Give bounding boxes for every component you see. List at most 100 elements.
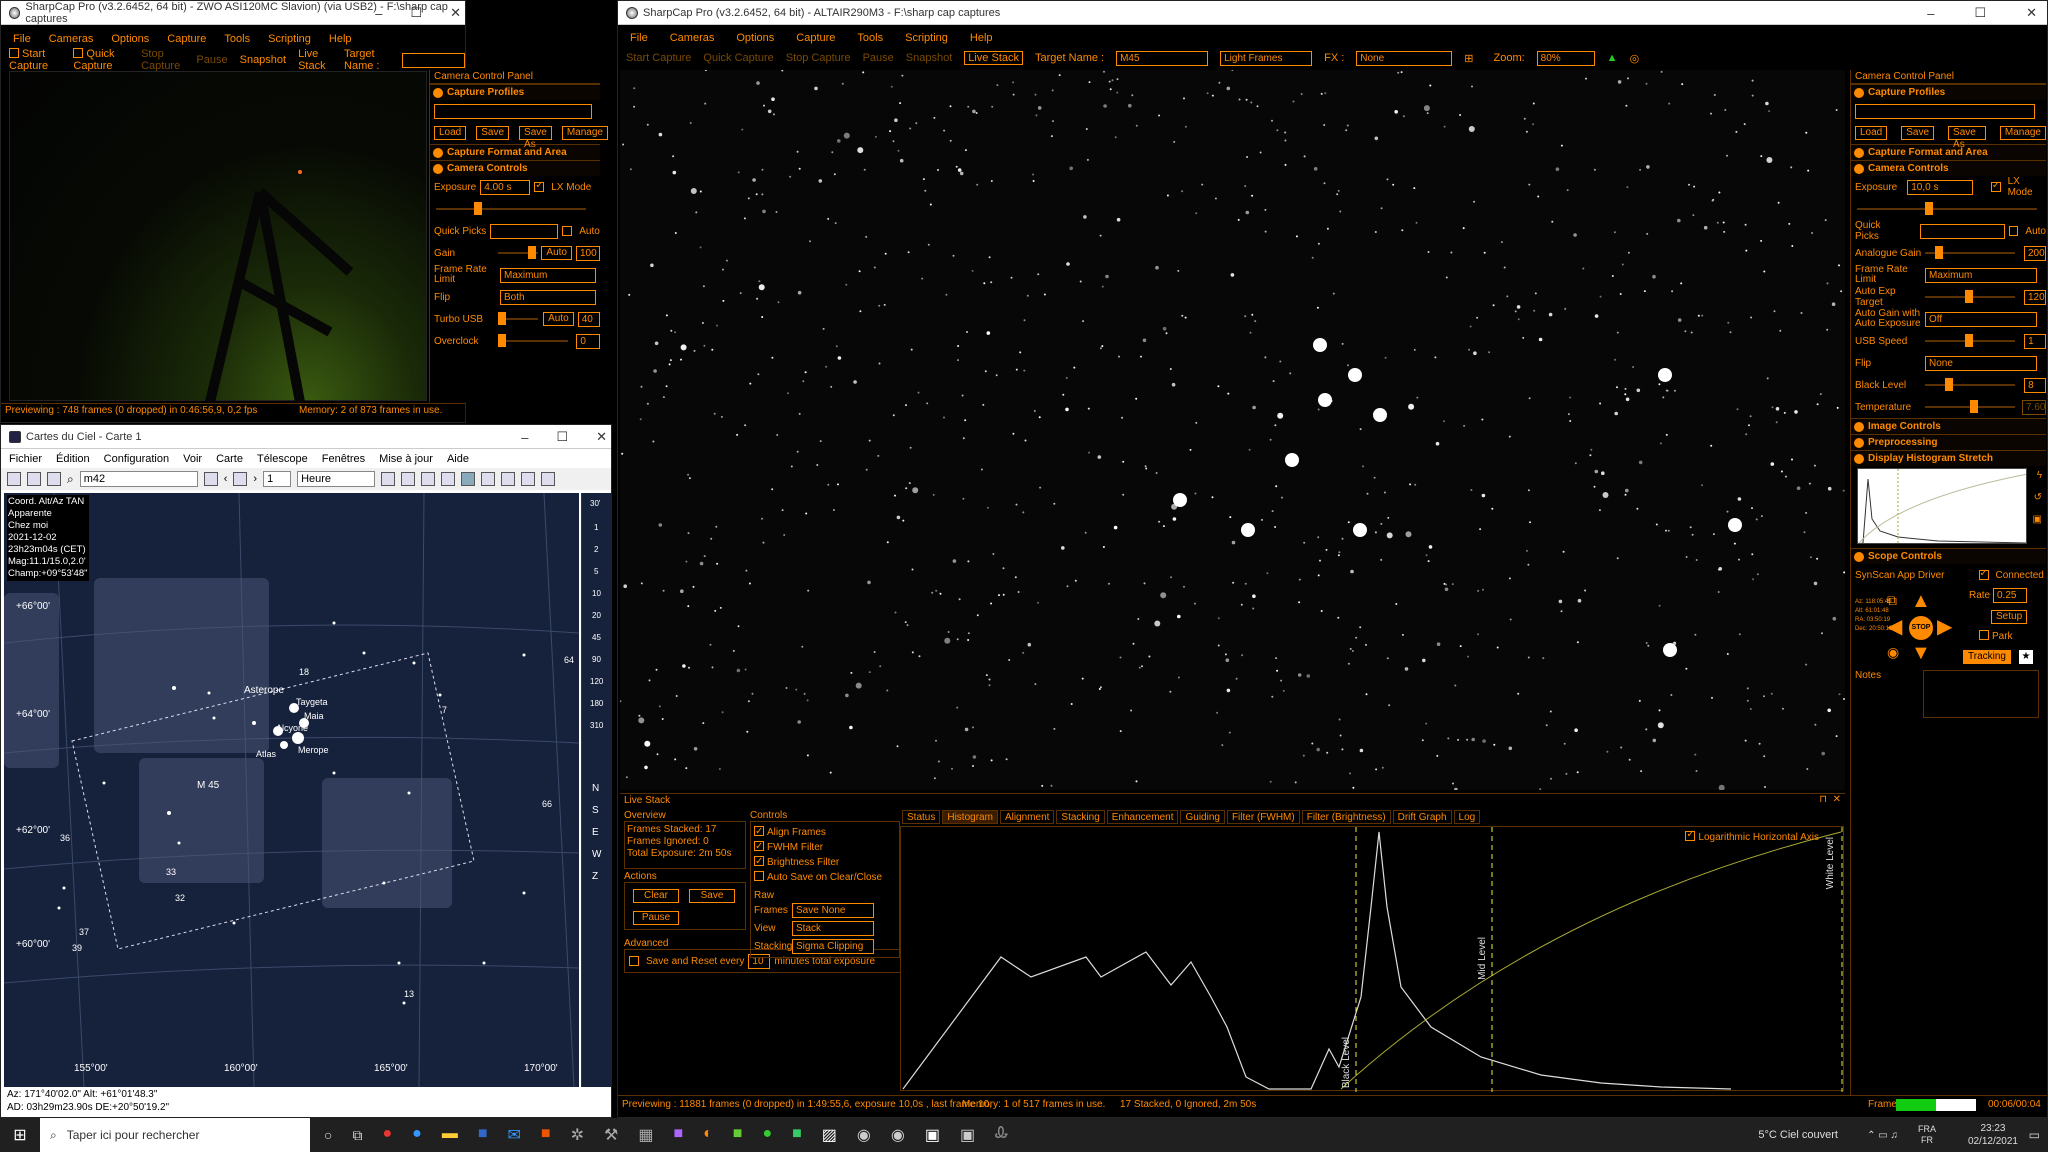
analogue-gain-input[interactable]: 200 [2024, 245, 2046, 261]
calendar-icon[interactable] [7, 472, 21, 486]
target-name-input[interactable]: M45 [1116, 50, 1209, 66]
slider-thumb[interactable] [528, 246, 536, 259]
search-icon[interactable]: ⌕ [67, 472, 74, 487]
maximize-icon[interactable]: ☐ [410, 5, 422, 21]
live-stack-button[interactable]: Live Stack [298, 48, 332, 72]
slider-thumb[interactable] [474, 202, 482, 215]
fov-scale-label[interactable]: 180 [590, 699, 603, 708]
star-label-maia[interactable]: Maia [304, 711, 324, 721]
brightness-filter-checkbox[interactable] [754, 854, 764, 869]
app-icon[interactable]: ◐ [703, 1125, 713, 1145]
taskbar-search[interactable]: ⌕ Taper ici pour rechercher [40, 1118, 310, 1152]
scope-controls-header[interactable]: Scope Controls [1851, 548, 2046, 564]
menu-cameras[interactable]: Cameras [670, 32, 715, 44]
histogram-stretch-box[interactable]: ϟ ↺ ▣ [1851, 466, 2046, 548]
align-frames-toggle[interactable]: Align Frames [754, 824, 896, 840]
target-icon[interactable] [441, 472, 456, 486]
auto-checkbox[interactable] [562, 226, 573, 236]
fov-scale-label[interactable]: 90 [592, 655, 601, 664]
tab-drift-graph[interactable]: Drift Graph [1392, 810, 1452, 824]
gain-auto-button[interactable]: Auto [541, 246, 572, 260]
edge-icon[interactable]: ● [412, 1125, 422, 1145]
lx-mode-checkbox[interactable] [534, 180, 545, 192]
app-icon[interactable]: ● [762, 1125, 772, 1145]
telescope-icon[interactable] [461, 472, 476, 486]
target-name-input[interactable] [402, 52, 465, 68]
gear-icon[interactable] [481, 472, 496, 486]
black-level-slider[interactable] [1925, 378, 2015, 391]
stop-button[interactable]: STOP [1909, 616, 1933, 640]
histogram-icon[interactable]: ▲ [1607, 52, 1618, 64]
stack-histogram[interactable]: Logarithmic Horizontal Axis Black Level … [900, 826, 1844, 1092]
menu-options[interactable]: Options [736, 32, 774, 44]
notification-icon[interactable]: ▭ [2029, 1128, 2040, 1142]
menu-fichier[interactable]: Fichier [9, 453, 42, 465]
quick-picks-select[interactable] [490, 223, 559, 239]
windows-start-icon[interactable]: ⊞ [0, 1125, 40, 1145]
fwhm-filter-checkbox[interactable] [754, 839, 764, 854]
menu-options[interactable]: Options [111, 33, 149, 45]
fov-scale-label[interactable]: 10 [592, 589, 601, 598]
minimize-icon[interactable]: – [521, 430, 528, 445]
menu-file[interactable]: File [630, 32, 648, 44]
fwhm-filter-toggle[interactable]: FWHM Filter [754, 839, 896, 855]
stop-capture-button[interactable]: Stop Capture [786, 52, 851, 64]
close-icon[interactable]: ✕ [450, 5, 461, 21]
menu-fenetres[interactable]: Fenêtres [322, 453, 365, 465]
profile-select[interactable] [434, 103, 592, 119]
save-icon[interactable]: ▣ [2033, 514, 2042, 525]
planet-icon[interactable] [521, 472, 536, 486]
clock[interactable]: 23:23 02/12/2021 [1968, 1122, 2018, 1148]
menu-help[interactable]: Help [329, 33, 352, 45]
slider-thumb[interactable] [1935, 246, 1943, 259]
analogue-gain-slider[interactable] [1925, 246, 2015, 259]
explorer-icon[interactable]: ▬ [442, 1125, 458, 1145]
align-frames-checkbox[interactable] [754, 824, 764, 839]
connected-checkbox[interactable] [1978, 568, 1989, 580]
tab-enhancement[interactable]: Enhancement [1106, 810, 1179, 824]
direction-z[interactable]: Z [592, 871, 598, 882]
tab-guiding[interactable]: Guiding [1180, 810, 1225, 824]
auto-save-checkbox[interactable] [754, 871, 764, 881]
store-icon[interactable]: ■ [478, 1125, 488, 1145]
menu-voir[interactable]: Voir [183, 453, 202, 465]
usb-speed-slider[interactable] [1925, 334, 2015, 347]
save-reset-checkbox[interactable] [629, 956, 639, 966]
image-controls-header[interactable]: Image Controls [1851, 418, 2046, 434]
pause-button[interactable]: Pause [863, 52, 894, 64]
zoom-select[interactable]: 80% [1536, 50, 1595, 66]
zoom-fit-icon[interactable] [381, 472, 396, 486]
capture-format-header[interactable]: Capture Format and Area [1851, 144, 2046, 160]
excel-icon[interactable]: ■ [792, 1125, 802, 1145]
menu-aide[interactable]: Aide [447, 453, 469, 465]
fov-scale-label[interactable]: 30' [590, 499, 600, 508]
tracking-button[interactable]: Tracking [1963, 650, 2011, 664]
database-icon[interactable] [27, 472, 41, 486]
live-stack-button[interactable]: Live Stack [964, 51, 1023, 65]
flip-select[interactable]: Both [500, 289, 596, 305]
goto-icon[interactable]: ⧉ [1887, 592, 1897, 609]
stretch-histogram[interactable] [1857, 468, 2027, 544]
camera-preview[interactable] [9, 71, 427, 404]
load-button[interactable]: Load [434, 126, 467, 140]
tab-status[interactable]: Status [902, 810, 941, 824]
menu-file[interactable]: File [13, 33, 31, 45]
pause-button[interactable]: Pause [196, 54, 227, 66]
sharpcap-main-titlebar[interactable]: SharpCap Pro (v3.2.6452, 64 bit) - ALTAI… [618, 1, 2047, 25]
auto-exp-target-slider[interactable] [1925, 290, 2015, 303]
fov-scale-label[interactable]: 2 [594, 545, 598, 554]
globe-icon[interactable] [501, 472, 516, 486]
mid-level-marker-label[interactable]: Mid Level [1477, 937, 1488, 980]
menu-tools[interactable]: Tools [224, 33, 250, 45]
close-icon[interactable]: ✕ [1833, 794, 1841, 805]
arrow-up-icon[interactable]: ▲ [1911, 590, 1931, 613]
cortana-icon[interactable]: ○ [324, 1127, 332, 1143]
time-step-input[interactable]: 1 [263, 471, 292, 487]
menu-capture[interactable]: Capture [167, 33, 206, 45]
black-level-input[interactable]: 8 [2024, 377, 2046, 393]
notes-input[interactable] [1923, 670, 2040, 718]
capture-profiles-header[interactable]: Capture Profiles [1851, 84, 2046, 100]
zoom-select-icon[interactable] [401, 472, 416, 486]
histogram-stretch-header[interactable]: Display Histogram Stretch [1851, 450, 2046, 466]
calculator-icon[interactable]: ▦ [638, 1125, 653, 1145]
